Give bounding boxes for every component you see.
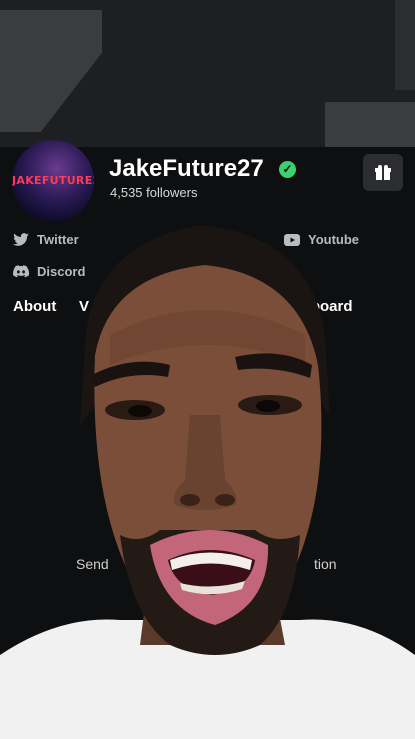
verified-badge-icon: ✓ — [279, 161, 296, 178]
follower-count: 4,535 followers — [110, 185, 198, 200]
banner-shape — [395, 0, 415, 90]
avatar[interactable]: JAKEFUTURE27 — [12, 140, 94, 222]
banner-shape — [325, 102, 415, 147]
gift-icon — [375, 164, 391, 180]
gift-sub-button[interactable] — [363, 154, 403, 191]
profile-banner — [0, 0, 415, 147]
avatar-logo-text: JAKEFUTURE27 — [12, 174, 94, 187]
channel-name: JakeFuture27 — [109, 155, 264, 182]
banner-shape — [0, 10, 102, 132]
streamer-webcam-overlay — [0, 225, 415, 739]
